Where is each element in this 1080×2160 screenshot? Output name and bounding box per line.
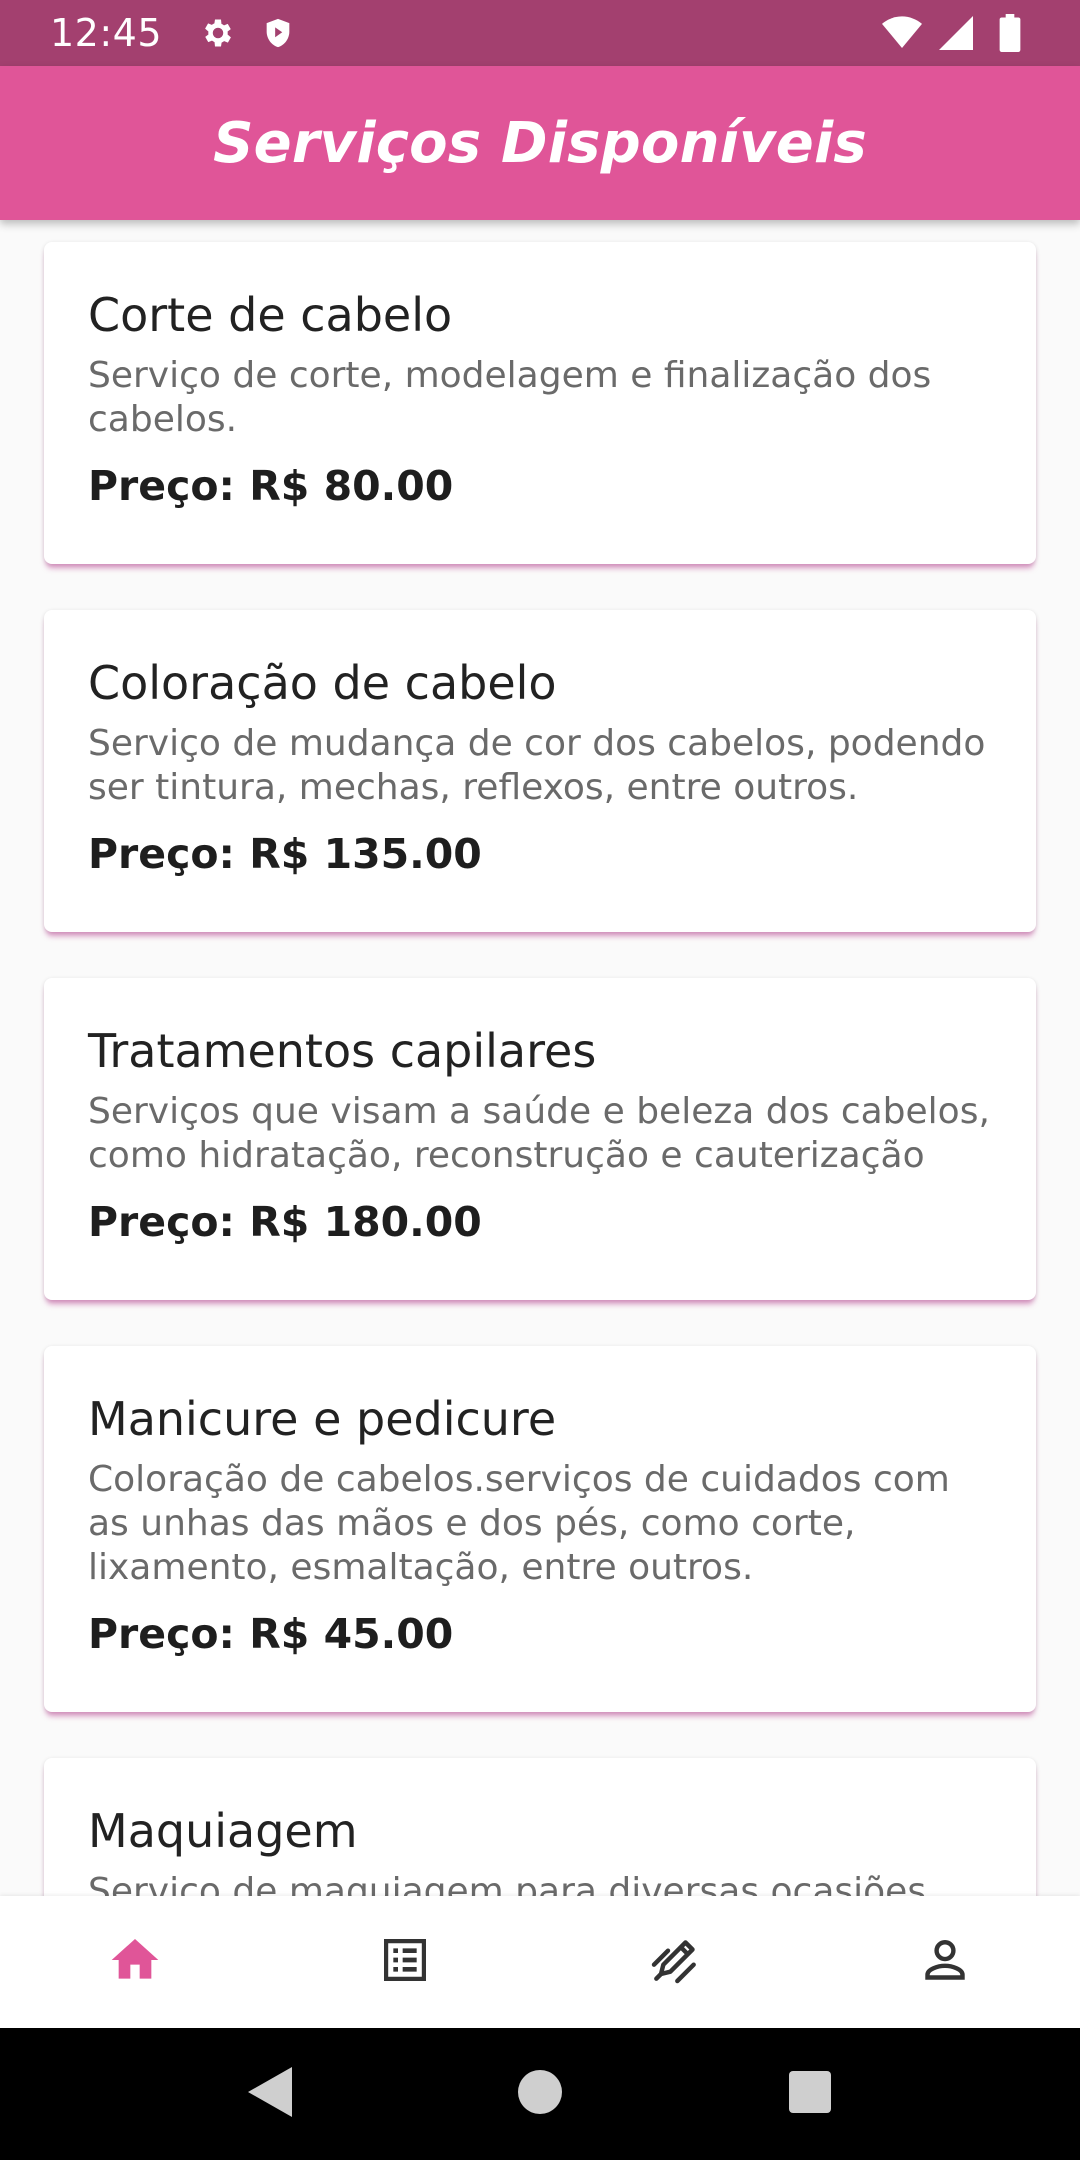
recents-button[interactable] (675, 2028, 945, 2160)
list-icon (377, 1932, 433, 1993)
service-title: Coloração de cabelo (88, 656, 557, 710)
system-navigation-bar (0, 2028, 1080, 2160)
home-button[interactable] (405, 2028, 675, 2160)
service-price: Preço: R$ 80.00 (88, 462, 454, 510)
service-title: Tratamentos capilares (88, 1024, 597, 1078)
home-icon (107, 1932, 163, 1993)
service-card[interactable]: Tratamentos capilares Serviços que visam… (44, 978, 1036, 1300)
service-title: Corte de cabelo (88, 288, 453, 342)
signal-icon (936, 13, 976, 53)
edit-icon (647, 1932, 703, 1993)
service-price: Preço: R$ 45.00 (88, 1610, 454, 1658)
wifi-icon (882, 13, 922, 53)
service-description: Serviço de mudança de cor dos cabelos, p… (88, 723, 986, 808)
back-button[interactable] (135, 2028, 405, 2160)
service-price: Preço: R$ 135.00 (88, 830, 482, 878)
recents-square-icon (789, 2070, 831, 2118)
nav-home[interactable] (0, 1896, 270, 2028)
services-list[interactable]: Corte de cabelo Serviço de corte, modela… (0, 220, 1080, 1896)
service-card[interactable]: Coloração de cabelo Serviço de mudança d… (44, 610, 1036, 932)
page-title: Serviços Disponíveis (213, 110, 867, 176)
battery-icon (990, 13, 1030, 53)
service-title: Maquiagem (88, 1804, 358, 1858)
nav-profile[interactable] (810, 1896, 1080, 2028)
app-bar: Serviços Disponíveis (0, 66, 1080, 220)
home-circle-icon (518, 2069, 562, 2119)
bottom-navigation (0, 1896, 1080, 2028)
service-description: Coloração de cabelos.serviços de cuidado… (88, 1459, 950, 1588)
person-icon (917, 1932, 973, 1993)
service-card[interactable]: Maquiagem Serviço de maquiagem para dive… (44, 1758, 1036, 1896)
service-description: Serviços que visam a saúde e beleza dos … (88, 1091, 990, 1176)
status-time: 12:45 (50, 11, 163, 55)
service-description: Serviço de corte, modelagem e finalizaçã… (88, 355, 932, 440)
back-triangle-icon (248, 2066, 292, 2122)
service-price: Preço: R$ 180.00 (88, 1198, 482, 1246)
service-card[interactable]: Corte de cabelo Serviço de corte, modela… (44, 242, 1036, 564)
nav-edit[interactable] (540, 1896, 810, 2028)
service-title: Manicure e pedicure (88, 1392, 557, 1446)
gear-icon (198, 13, 238, 53)
status-bar: 12:45 (0, 0, 1080, 66)
nav-list[interactable] (270, 1896, 540, 2028)
service-description: Serviço de maquiagem para diversas ocasi… (88, 1871, 927, 1896)
shield-play-icon (258, 13, 298, 53)
service-card[interactable]: Manicure e pedicure Coloração de cabelos… (44, 1346, 1036, 1712)
